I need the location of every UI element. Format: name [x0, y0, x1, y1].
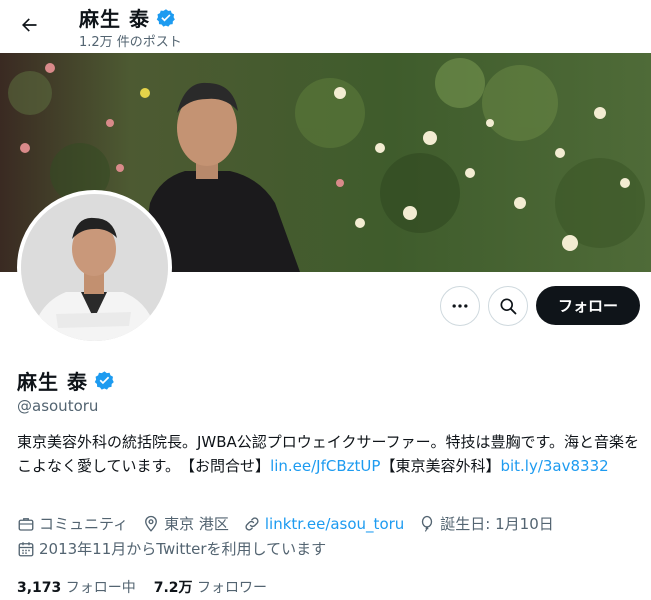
briefcase-icon — [18, 517, 34, 531]
followers-stat[interactable]: 7.2万 フォロワー — [154, 577, 267, 597]
top-bar: 麻生 泰 1.2万 件のポスト — [0, 0, 651, 53]
bio-text-2: 【東京美容外科】 — [380, 457, 501, 475]
bio: 東京美容外科の統括院長。JWBA公認プロウェイクサーファー。特技は豊胸です。海と… — [17, 430, 642, 478]
link-icon — [245, 516, 259, 531]
back-button[interactable] — [14, 10, 44, 40]
following-label: フォロー中 — [65, 580, 136, 596]
more-icon — [452, 304, 468, 308]
avatar[interactable] — [17, 190, 172, 345]
back-arrow-icon — [22, 18, 37, 32]
category-item: コミュニティ — [17, 513, 128, 534]
user-handle: @asoutoru — [17, 397, 99, 415]
more-button[interactable] — [440, 286, 480, 326]
location-text: 東京 港区 — [164, 515, 229, 533]
joined-item: 2013年11月からTwitterを利用しています — [17, 538, 326, 559]
category-text: コミュニティ — [39, 515, 129, 533]
verified-badge-icon[interactable] — [94, 370, 115, 391]
verified-badge-icon — [156, 8, 175, 27]
location-item: 東京 港区 — [142, 513, 229, 534]
following-stat[interactable]: 3,173 フォロー中 — [17, 577, 136, 597]
website-item: linktr.ee/asou_toru — [243, 515, 404, 533]
balloon-icon — [422, 515, 433, 532]
followers-label: フォロワー — [197, 580, 268, 596]
profile-name: 麻生 泰 — [17, 366, 115, 395]
search-button[interactable] — [488, 286, 528, 326]
post-count: 1.2万 件のポスト — [79, 35, 182, 50]
header-title: 麻生 泰 — [79, 3, 176, 32]
bio-link-line[interactable]: lin.ee/JfCBztUP — [270, 457, 380, 475]
website-link[interactable]: linktr.ee/asou_toru — [265, 515, 404, 533]
header-name: 麻生 泰 — [79, 7, 150, 31]
following-count: 3,173 — [17, 580, 62, 596]
bio-link-bitly[interactable]: bit.ly/3av8332 — [500, 457, 608, 475]
search-icon — [500, 298, 517, 315]
joined-row: 2013年11月からTwitterを利用しています — [17, 538, 340, 559]
joined-text: 2013年11月からTwitterを利用しています — [39, 540, 327, 558]
profile-meta-row: コミュニティ 東京 港区 linktr.ee/asou_toru 誕生日: 1月… — [17, 513, 568, 534]
follow-stats: 3,173 フォロー中 7.2万 フォロワー — [17, 577, 267, 597]
location-icon — [145, 515, 158, 532]
follow-button[interactable]: フォロー — [536, 286, 640, 325]
birthday-text: 誕生日: 1月10日 — [440, 515, 554, 533]
birthday-item: 誕生日: 1月10日 — [418, 513, 554, 534]
calendar-icon — [18, 541, 34, 556]
followers-count: 7.2万 — [153, 580, 193, 596]
display-name: 麻生 泰 — [17, 370, 88, 394]
